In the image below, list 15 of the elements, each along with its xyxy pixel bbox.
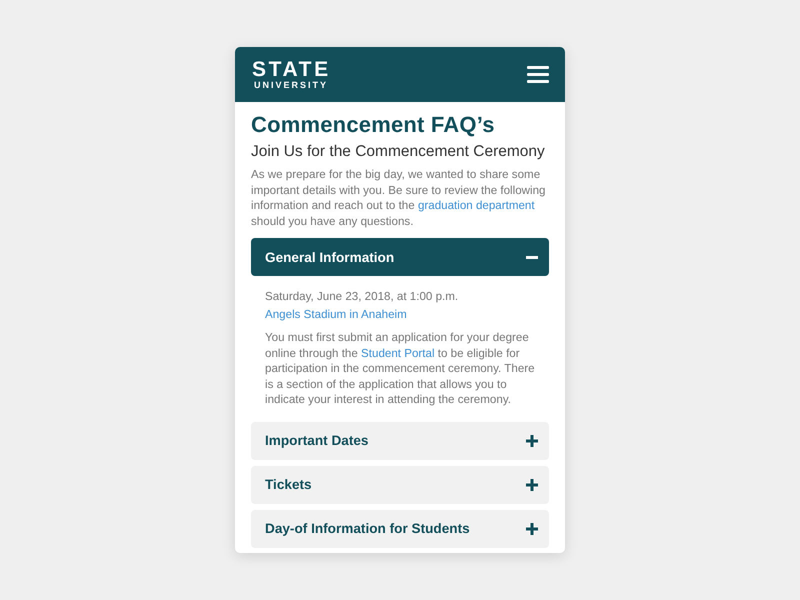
accordion-header[interactable]: Day-of Information for Students	[251, 510, 549, 548]
intro-paragraph: As we prepare for the big day, we wanted to share some important details with you. Be sure to review the following information and reach out to the graduation department should you have any questions.	[251, 167, 546, 229]
plus-icon	[526, 522, 538, 534]
menu-icon[interactable]	[527, 66, 549, 83]
accordion-header[interactable]: General Information	[251, 238, 549, 276]
accordion-header[interactable]: Important Dates	[251, 422, 549, 460]
page-subtitle: Join Us for the Commencement Ceremony	[251, 142, 546, 162]
university-logo[interactable]: STATE UNIVERSITY	[252, 59, 328, 90]
accordion-header[interactable]: Tickets	[251, 466, 549, 504]
page-title: Commencement FAQ’s	[251, 112, 496, 138]
plus-icon	[526, 478, 538, 490]
details-paragraph: You must first submit an application for your degree online through the Student Portal to be eligible for participation in the commencement ceremony. There is a section of the application that allows you to indicate your interest in attending the ceremony.	[265, 330, 535, 408]
minus-icon	[526, 256, 538, 258]
plus-icon	[526, 434, 538, 446]
event-date: Saturday, June 23, 2018, at 1:00 p.m.	[265, 289, 460, 305]
